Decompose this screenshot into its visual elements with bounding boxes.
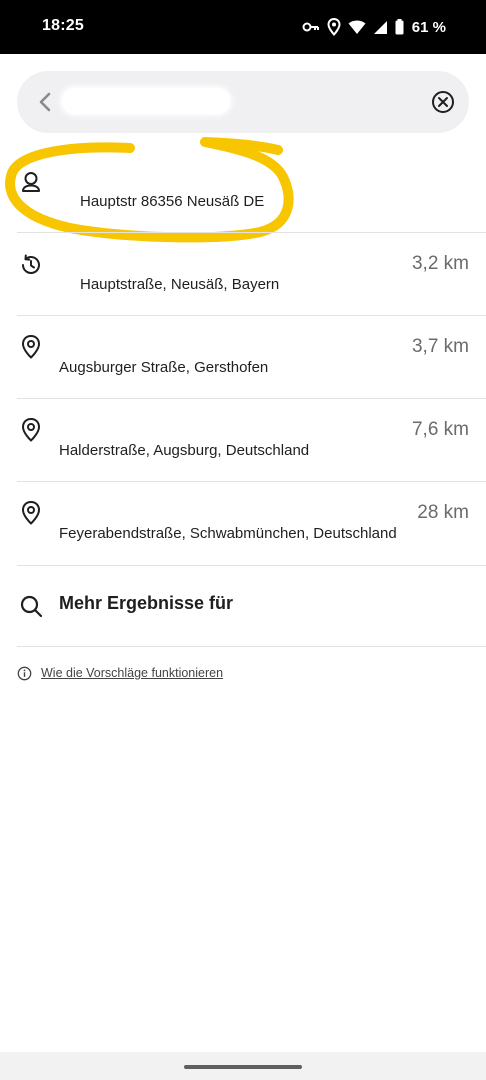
status-bar: 18:25 61 % [0,0,486,54]
history-icon [19,253,43,277]
navigation-bar [0,1052,486,1080]
battery-icon [395,19,404,35]
cell-signal-icon [373,20,388,35]
location-icon [327,18,341,36]
contact-icon [19,170,43,194]
location-pin-icon [19,500,43,525]
back-button[interactable] [33,89,59,115]
result-address: Feyerabendstraße, Schwabmünchen, Deutsch… [59,525,397,542]
status-icons: 61 % [302,16,446,38]
search-icon [19,594,43,618]
result-item-location[interactable]: Halderstraße, Augsburg, Deutschland 7,6 … [17,399,486,481]
info-icon [17,666,32,686]
more-results-button[interactable]: Mehr Ergebnisse für [17,580,486,630]
result-address: Halderstraße, Augsburg, Deutschland [59,442,310,459]
battery-percentage: 61 % [411,18,446,36]
result-item-contact[interactable]: Hauptstr 86356 Neusäß DE [17,150,486,232]
result-item-location[interactable]: Feyerabendstraße, Schwabmünchen, Deutsch… [17,482,486,564]
status-time: 18:25 [42,17,84,34]
result-address: Hauptstr 86356 Neusäß DE [80,193,265,210]
result-distance: 7,6 km [411,419,469,440]
clear-button[interactable] [431,90,455,114]
home-gesture-handle[interactable] [184,1065,302,1069]
redacted-search-text [62,88,230,114]
location-pin-icon [19,334,43,359]
result-distance: 3,7 km [411,336,469,357]
search-bar [17,71,469,133]
result-item-location[interactable]: Augsburger Straße, Gersthofen 3,7 km [17,316,486,398]
result-address: Hauptstraße, Neusäß, Bayern [80,276,280,293]
clear-circle-icon [432,91,454,113]
divider [17,565,486,566]
more-results-label: Mehr Ergebnisse für [59,593,234,613]
result-distance: 28 km [417,502,469,523]
suggestions-info-link[interactable]: Wie die Vorschläge funktionieren [41,666,223,680]
wifi-icon [348,19,366,35]
result-address: Augsburger Straße, Gersthofen [59,359,269,376]
chevron-left-icon [39,92,51,112]
location-pin-icon [19,417,43,442]
vpn-key-icon [302,20,320,34]
result-item-history[interactable]: Hauptstraße, Neusäß, Bayern 3,2 km [17,233,486,315]
divider [17,646,486,647]
result-distance: 3,2 km [411,253,469,274]
